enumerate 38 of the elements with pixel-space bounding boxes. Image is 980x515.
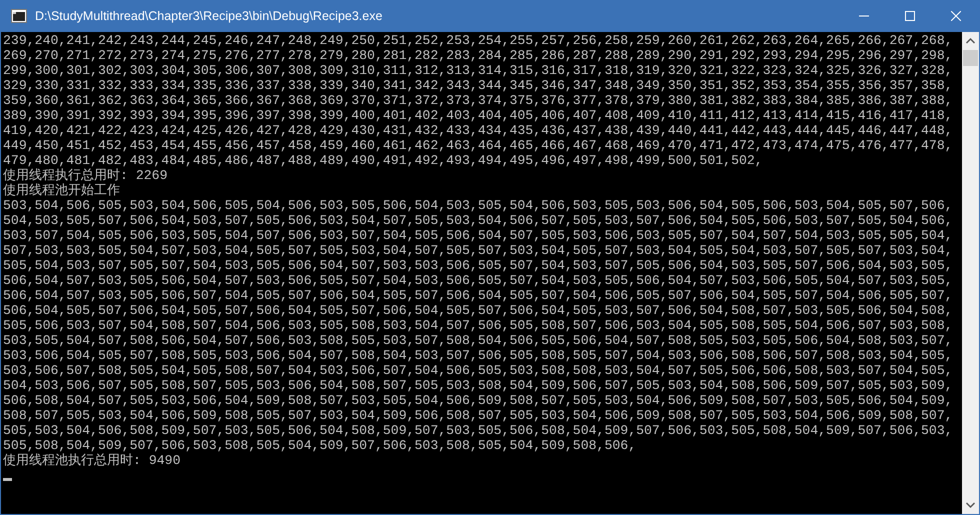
console-line: 479,480,481,482,483,484,485,486,487,488,489,490,491,492,493,494,495,496,497,498,499,500,501,502,	[3, 153, 764, 168]
scroll-down-icon[interactable]	[966, 502, 975, 508]
console-line: 419,420,421,422,423,424,425,426,427,428,429,430,431,432,433,434,435,436,437,438,439,440,441,442,443,444,445,446,447,448,	[3, 123, 954, 138]
console-icon	[11, 9, 27, 23]
console-line: 239,240,241,242,243,244,245,246,247,248,249,250,251,252,253,254,255,257,256,258,259,260,261,262,263,264,265,266,267,268,	[3, 33, 954, 48]
console-line: 使用线程池开始工作	[3, 183, 121, 198]
console-line: 503,506,504,505,507,508,505,503,506,504,507,508,504,503,507,506,505,508,505,507,504,503,506,508,506,507,508,503,504,505,	[3, 348, 954, 363]
console-line: 389,390,391,392,393,394,395,396,397,398,399,400,401,402,403,404,405,406,407,408,409,410,411,412,413,414,415,416,417,418,	[3, 108, 954, 123]
console-line: 505,508,504,509,507,506,503,508,505,504,509,507,506,503,508,505,504,509,508,506,	[3, 438, 638, 453]
console-line: 使用线程执行总用时: 2269	[3, 168, 168, 183]
console-line: 505,506,503,507,504,508,507,504,506,503,505,508,503,504,507,506,505,508,507,506,503,504,505,508,505,504,506,507,503,508,	[3, 318, 954, 333]
console-line: 505,504,503,507,505,507,504,503,505,506,504,507,503,503,506,505,507,504,503,507,505,506,504,503,505,507,506,504,503,505,	[3, 258, 954, 273]
console-line: 506,504,507,503,505,506,504,507,503,506,505,507,504,503,506,505,507,504,503,505,506,504,507,503,506,505,504,507,503,505,	[3, 273, 954, 288]
console-line: 503,507,504,505,506,503,505,504,507,506,503,507,504,505,506,504,507,505,503,506,503,505,507,504,507,504,503,505,505,504,	[3, 228, 954, 243]
console-line: 504,503,506,507,505,508,507,505,503,506,504,508,507,505,503,508,504,509,506,507,505,503,504,508,506,509,507,505,503,509,	[3, 378, 954, 393]
console-line: 506,508,504,507,505,503,506,504,509,508,507,503,505,504,506,509,508,507,505,503,504,506,509,508,507,503,505,506,504,509,	[3, 393, 954, 408]
console-line: 449,450,451,452,453,454,455,456,457,458,459,460,461,462,463,464,465,466,467,468,469,470,471,472,473,474,475,476,477,478,	[3, 138, 954, 153]
console-line: 使用线程池执行总用时: 9490	[3, 453, 182, 468]
console-line: 503,504,506,505,503,504,506,505,504,506,503,505,506,504,503,505,504,506,503,505,503,506,504,505,506,503,504,505,507,506,	[3, 198, 954, 213]
maximize-icon	[905, 11, 915, 21]
scrollbar[interactable]	[962, 32, 979, 514]
console-line: 508,507,505,503,504,506,509,508,505,507,503,504,509,506,508,507,505,503,504,506,509,508,507,505,503,504,506,509,508,507,	[3, 408, 954, 423]
console-line: 507,503,503,505,504,507,503,504,505,507,505,503,504,507,505,507,503,504,505,507,503,504,505,504,503,507,505,507,503,504,	[3, 243, 954, 258]
console-line: 329,330,331,332,333,334,335,336,337,338,339,340,341,342,343,344,345,346,347,348,349,350,351,352,353,354,355,356,357,358,	[3, 78, 954, 93]
console-line: 505,503,504,506,508,509,507,503,505,506,504,508,509,507,503,505,506,508,504,509,507,506,503,505,508,504,509,507,506,503,	[3, 423, 954, 438]
console-line: 506,504,507,503,505,506,507,504,505,507,506,504,505,507,506,504,505,507,504,506,505,507,506,504,505,507,504,506,505,507,	[3, 288, 954, 303]
console-line: 299,300,301,302,303,304,305,306,307,308,309,310,311,312,313,314,315,316,317,318,319,320,321,322,323,324,325,326,327,328,	[3, 63, 954, 78]
console-line: 504,503,505,507,506,504,503,507,505,506,503,504,507,505,503,504,506,507,505,503,507,506,504,505,506,503,507,505,504,506,	[3, 213, 954, 228]
text-cursor	[3, 478, 12, 481]
console-line: 506,504,505,507,506,504,505,507,506,504,505,507,506,504,505,507,506,504,505,503,507,506,504,508,507,503,505,506,504,508,	[3, 303, 954, 318]
close-icon	[951, 11, 961, 21]
scrollbar-thumb[interactable]	[963, 50, 978, 66]
console-line: 503,506,507,508,505,504,505,508,507,504,503,506,507,504,506,505,503,508,508,503,504,507,505,506,506,508,503,507,504,505,	[3, 363, 954, 378]
console-line: 503,505,504,507,508,506,504,507,506,503,508,505,503,507,508,504,506,505,506,504,507,508,505,503,505,506,504,508,503,507,	[3, 333, 954, 348]
scroll-up-icon[interactable]	[966, 38, 975, 44]
console-line: 359,360,361,362,363,364,365,366,367,368,369,370,371,372,373,374,375,376,377,378,379,380,381,382,383,384,385,386,387,388,	[3, 93, 954, 108]
console-line: 269,270,271,272,273,274,275,276,277,278,279,280,281,282,283,284,285,286,287,288,289,290,291,292,293,294,295,296,297,298,	[3, 48, 954, 63]
window-title: D:\StudyMultithread\Chapter3\Recipe3\bin\Debug\Recipe3.exe	[35, 9, 382, 23]
